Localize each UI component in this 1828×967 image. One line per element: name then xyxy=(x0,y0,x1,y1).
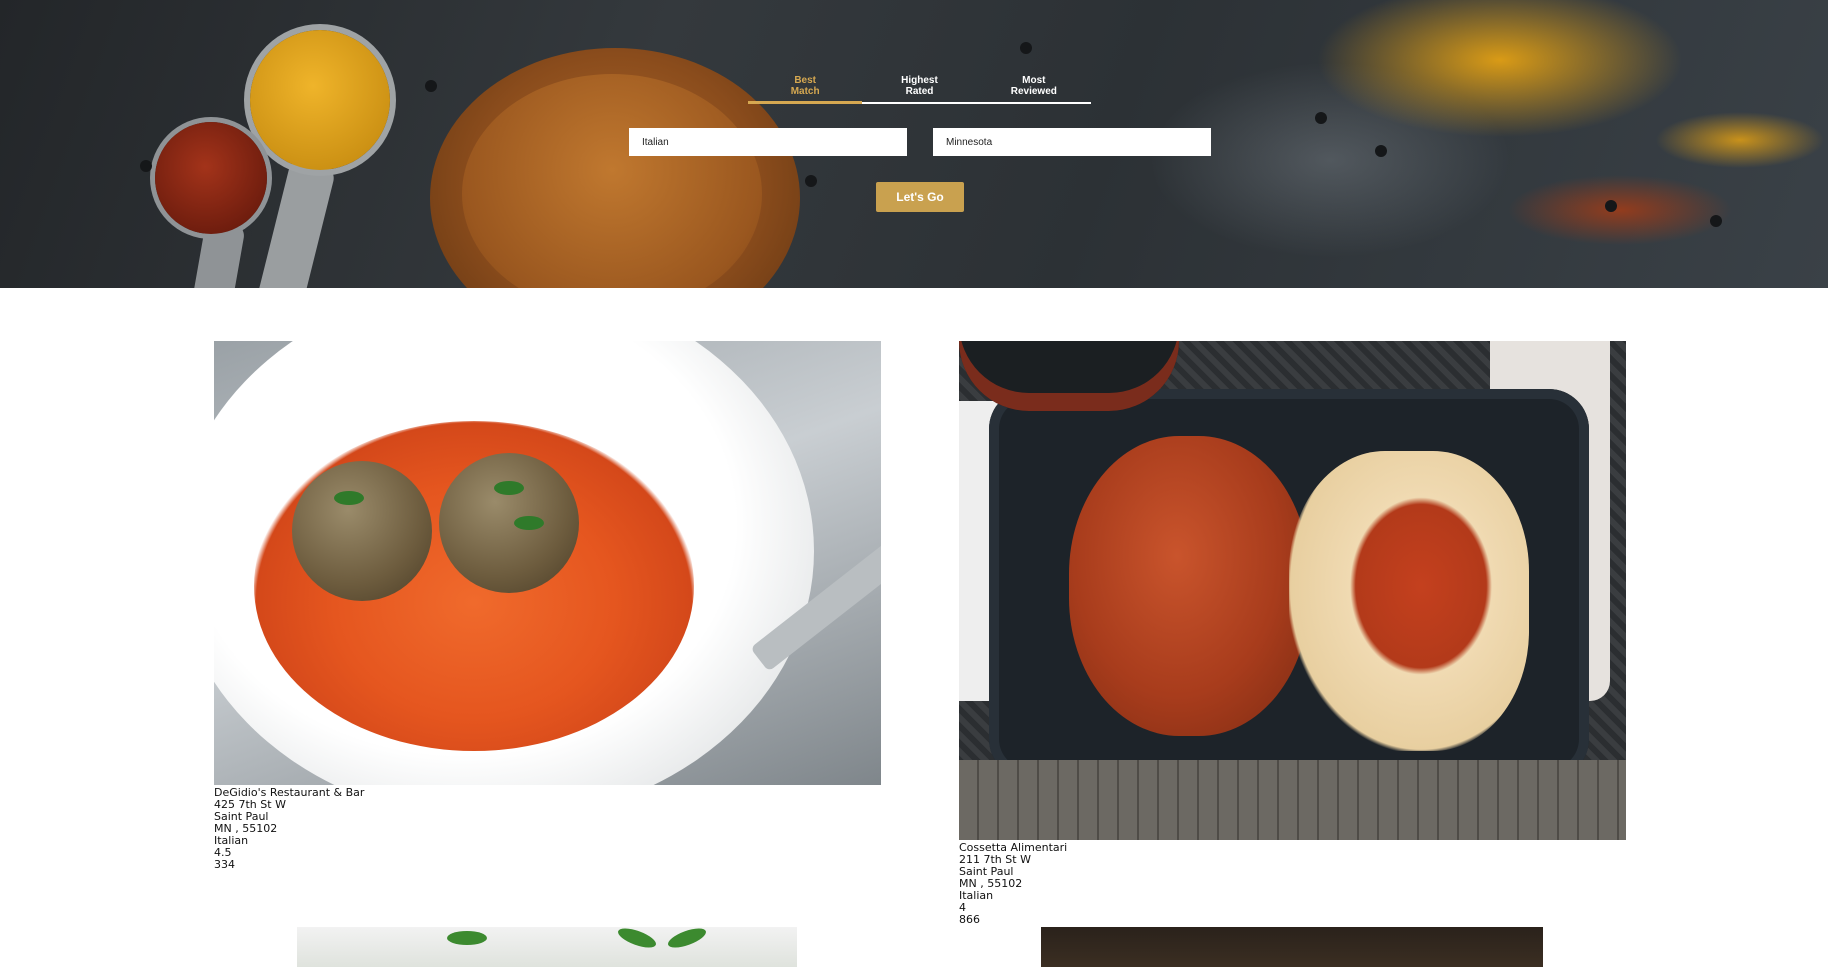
herb-garnish xyxy=(334,491,364,505)
business-image-degidios xyxy=(214,341,881,785)
table-grate xyxy=(959,760,1626,840)
herb-garnish xyxy=(514,516,544,530)
business-image-partial xyxy=(1041,927,1543,967)
location-input[interactable] xyxy=(933,128,1211,156)
business-image-partial xyxy=(297,927,797,967)
herb-garnish xyxy=(665,927,709,952)
peppercorn xyxy=(425,80,437,92)
peppercorn xyxy=(1605,200,1617,212)
business-category: Italian xyxy=(959,889,994,902)
meatball xyxy=(439,453,579,593)
paprika-spoon-image xyxy=(155,122,267,234)
business-image-cossetta xyxy=(959,341,1626,840)
herb-garnish xyxy=(615,927,659,952)
business-card-cossetta: Cossetta Alimentari 211 7th St W Saint P… xyxy=(959,842,1067,926)
peppercorn xyxy=(1315,112,1327,124)
penne-pasta xyxy=(1289,451,1529,751)
business-review-count: 334 xyxy=(214,858,235,871)
tab-most-reviewed[interactable]: Most Reviewed xyxy=(977,70,1091,102)
peppercorn xyxy=(1020,42,1032,54)
active-tab-indicator xyxy=(748,101,862,104)
business-rating: 4.5 xyxy=(214,846,232,859)
peppercorn xyxy=(140,160,152,172)
business-category: Italian xyxy=(214,834,249,847)
search-hero: Best Match Highest Rated Most Reviewed L… xyxy=(0,0,1828,288)
turmeric-spoon-image xyxy=(250,30,390,170)
tab-highest-rated[interactable]: Highest Rated xyxy=(862,70,976,102)
meatball xyxy=(292,461,432,601)
sort-tabs: Best Match Highest Rated Most Reviewed xyxy=(748,70,1091,104)
lets-go-button[interactable]: Let's Go xyxy=(876,182,964,212)
herb-garnish xyxy=(494,481,524,495)
tab-best-match[interactable]: Best Match xyxy=(748,70,862,102)
business-card-degidios: DeGidio's Restaurant & Bar 425 7th St W … xyxy=(214,787,364,871)
chicken-parmesan xyxy=(1069,436,1309,736)
peppercorn xyxy=(1375,145,1387,157)
search-term-input[interactable] xyxy=(629,128,907,156)
peppercorn xyxy=(805,175,817,187)
peppercorn xyxy=(1710,215,1722,227)
herb-garnish xyxy=(447,931,487,945)
business-review-count: 866 xyxy=(959,913,980,926)
